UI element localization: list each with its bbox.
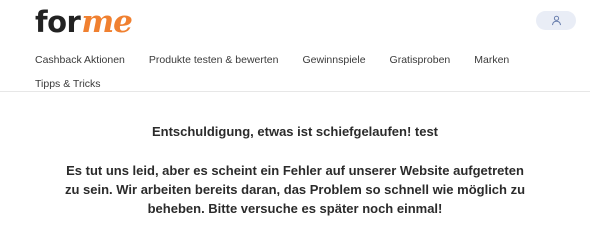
nav-row: Tipps & Tricks (35, 73, 565, 95)
main-navigation: Cashback Aktionen Produkte testen & bewe… (35, 49, 565, 95)
user-icon (551, 15, 561, 26)
nav-item-gewinnspiele[interactable]: Gewinnspiele (303, 54, 366, 66)
error-title: Entschuldigung, etwas ist schiefgelaufen… (151, 124, 439, 139)
nav-item-produkte-testen[interactable]: Produkte testen & bewerten (149, 54, 279, 66)
nav-item-gratisproben[interactable]: Gratisproben (390, 54, 451, 66)
nav-item-tipps-tricks[interactable]: Tipps & Tricks (35, 78, 101, 90)
logo-text-me: me (81, 4, 133, 40)
nav-item-cashback-aktionen[interactable]: Cashback Aktionen (35, 54, 125, 66)
error-content: Entschuldigung, etwas ist schiefgelaufen… (0, 122, 590, 218)
nav-item-marken[interactable]: Marken (474, 54, 509, 66)
forme-logo[interactable]: for me (35, 2, 133, 42)
user-account-button[interactable] (536, 11, 576, 30)
nav-row: Cashback Aktionen Produkte testen & bewe… (35, 49, 565, 71)
logo-text-for: for (35, 5, 81, 39)
site-header: for me Cashback Aktionen Produkte testen… (0, 0, 590, 92)
error-message: Es tut uns leid, aber es scheint ein Feh… (64, 163, 526, 216)
